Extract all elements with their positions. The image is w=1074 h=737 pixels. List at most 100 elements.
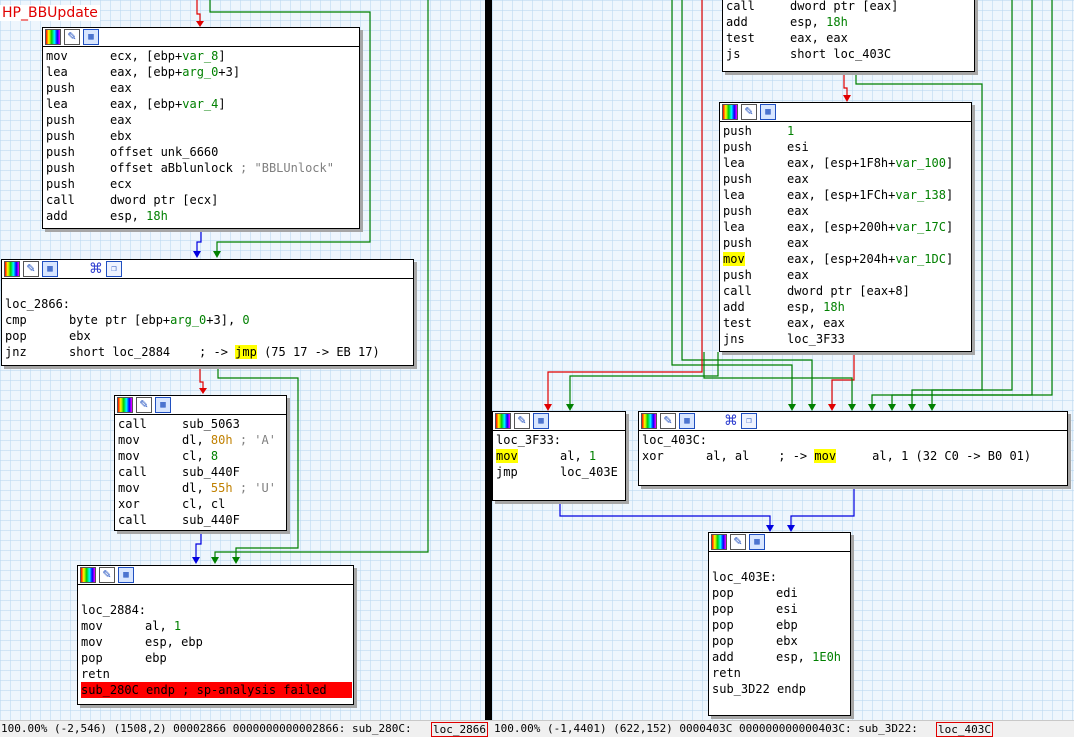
code-block[interactable]: ✎ ▦ mov ecx, [ebp+var_8] lea eax, [ebp+arg_0+…	[42, 27, 360, 229]
color-palette-icon[interactable]	[722, 104, 738, 120]
status-right-location[interactable]: loc_403C	[936, 722, 993, 737]
operands: esp, ebp	[145, 635, 203, 649]
operands: eax	[787, 172, 809, 186]
asm-line: push eax	[723, 267, 971, 283]
mnemonic: push	[723, 268, 752, 282]
code-label: loc_403E:	[712, 570, 778, 584]
color-palette-icon[interactable]	[117, 397, 133, 413]
code-block[interactable]: ✎ ▦ loc_2884: mov al, 1 mov esp, ebp pop ebp retn…	[77, 565, 354, 705]
color-palette-icon[interactable]	[641, 413, 657, 429]
mnemonic: mov	[118, 481, 140, 495]
operands: eax	[787, 268, 809, 282]
copy-icon[interactable]: ❐	[741, 413, 757, 429]
asm-line: cmp byte ptr [ebp+arg_0+3], 0	[5, 312, 413, 328]
mnemonic: push	[46, 113, 75, 127]
asm-line: mov dl, 55h ; 'U'	[118, 480, 286, 496]
copy-icon[interactable]: ❐	[106, 261, 122, 277]
node-toolbar: ✎ ▦	[709, 533, 850, 552]
mnemonic: call	[46, 193, 75, 207]
asm-line: add esp, 18h	[726, 14, 974, 30]
asm-line: retn	[712, 665, 850, 681]
asm-line: call dword ptr [eax]	[726, 0, 974, 14]
asm-line: test eax, eax	[726, 30, 974, 46]
mnemonic: jmp	[496, 465, 518, 479]
asm-line: call sub_5063	[118, 416, 286, 432]
status-right-text: 100.00% (-1,4401) (622,152) 0000403C 000…	[494, 722, 918, 735]
graph-view-icon[interactable]: ▦	[679, 413, 695, 429]
code-label: loc_2884:	[81, 603, 147, 617]
code-block[interactable]: call dword ptr [eax] add esp, 18h test eax, e…	[722, 0, 975, 72]
mnemonic: retn	[712, 666, 741, 680]
code-block[interactable]: ✎ ▦ ⌘ ❐ loc_403C: xor al, al ; -> mov al, 1 (3…	[638, 411, 1068, 486]
asm-line: jnz short loc_2884 ; -> jmp (75 17 -> EB …	[5, 344, 413, 360]
asm-line: lea eax, [ebp+var_4]	[46, 96, 359, 112]
edit-node-icon[interactable]: ✎	[136, 397, 152, 413]
group-nodes-icon[interactable]: ⌘	[88, 261, 104, 277]
graph-view-icon[interactable]: ▦	[749, 534, 765, 550]
code-block[interactable]: ✎ ▦ call sub_5063 mov dl, 80h ; 'A' mov cl, 8 ca…	[114, 395, 287, 531]
asm-line: push eax	[46, 112, 359, 128]
color-palette-icon[interactable]	[80, 567, 96, 583]
operands: esi	[787, 140, 809, 154]
operands: eax, [esp+200h+var_17C]	[787, 220, 954, 234]
edit-node-icon[interactable]: ✎	[741, 104, 757, 120]
edit-node-icon[interactable]: ✎	[730, 534, 746, 550]
operands: esp, 18h	[110, 209, 168, 223]
mnemonic: test	[726, 31, 755, 45]
left-graph-view[interactable]: HP_BBUpdate ✎ ▦ mov ecx, [ebp+var_8] lea eax,…	[0, 0, 485, 720]
right-graph-view[interactable]: call dword ptr [eax] add esp, 18h test eax, e…	[492, 0, 1074, 720]
graph-view-icon[interactable]: ▦	[533, 413, 549, 429]
asm-line: call sub_440F	[118, 464, 286, 480]
graph-view-icon[interactable]: ▦	[118, 567, 134, 583]
color-palette-icon[interactable]	[495, 413, 511, 429]
edit-node-icon[interactable]: ✎	[23, 261, 39, 277]
status-left-text: 100.00% (-2,546) (1508,2) 00002866 00000…	[1, 722, 412, 735]
mnemonic: push	[46, 81, 75, 95]
operands: ebp	[145, 651, 167, 665]
asm-line: mov esp, ebp	[81, 634, 353, 650]
graph-view-icon[interactable]: ▦	[42, 261, 58, 277]
code-block[interactable]: ✎ ▦ loc_3F33: mov al, 1 jmp loc_403E	[492, 411, 626, 501]
mnemonic: add	[723, 300, 745, 314]
edit-node-icon[interactable]: ✎	[660, 413, 676, 429]
edit-node-icon[interactable]: ✎	[64, 29, 80, 45]
code-block[interactable]: ✎ ▦ ⌘ ❐ loc_2866: cmp byte ptr [ebp+arg_0+3], …	[1, 259, 414, 366]
operands: loc_3F33	[787, 332, 845, 346]
mnemonic: cmp	[5, 313, 27, 327]
mnemonic: lea	[46, 97, 68, 111]
status-left-location[interactable]: loc_2866	[431, 722, 488, 737]
operands: ecx	[110, 177, 132, 191]
mnemonic: retn	[81, 667, 110, 681]
operands: offset unk_6660	[110, 145, 219, 159]
asm-line: lea eax, [ebp+arg_0+3]	[46, 64, 359, 80]
asm-line: push 1	[723, 123, 971, 139]
color-palette-icon[interactable]	[4, 261, 20, 277]
operands: dl, 80h ; 'A'	[182, 433, 276, 447]
color-palette-icon[interactable]	[711, 534, 727, 550]
asm-line: mov al, 1	[496, 448, 625, 464]
mnemonic: mov	[118, 433, 140, 447]
view-splitter[interactable]	[485, 0, 492, 720]
code-block[interactable]: ✎ ▦ loc_403E: pop edi pop esi pop ebp pop ebx add es…	[708, 532, 851, 716]
color-palette-icon[interactable]	[45, 29, 61, 45]
edit-node-icon[interactable]: ✎	[99, 567, 115, 583]
operands: dword ptr [eax+8]	[787, 284, 910, 298]
graph-view-icon[interactable]: ▦	[155, 397, 171, 413]
asm-line: mov dl, 80h ; 'A'	[118, 432, 286, 448]
mnemonic: add	[726, 15, 748, 29]
mnemonic: push	[723, 172, 752, 186]
group-nodes-icon[interactable]: ⌘	[723, 413, 739, 429]
operands: eax, eax	[787, 316, 845, 330]
graph-view-icon[interactable]: ▦	[760, 104, 776, 120]
asm-line: mov cl, 8	[118, 448, 286, 464]
graph-view-icon[interactable]: ▦	[83, 29, 99, 45]
asm-line: push offset aBblunlock ; "BBLUnlock"	[46, 160, 359, 176]
asm-line: call dword ptr [eax+8]	[723, 283, 971, 299]
mnemonic: test	[723, 316, 752, 330]
asm-line: lea eax, [esp+200h+var_17C]	[723, 219, 971, 235]
code-block[interactable]: ✎ ▦ push 1 push esi lea eax, [esp+1F8h+var_100]…	[719, 102, 972, 352]
edit-node-icon[interactable]: ✎	[514, 413, 530, 429]
asm-line: pop esi	[712, 601, 850, 617]
node-toolbar: ✎ ▦	[115, 396, 286, 415]
